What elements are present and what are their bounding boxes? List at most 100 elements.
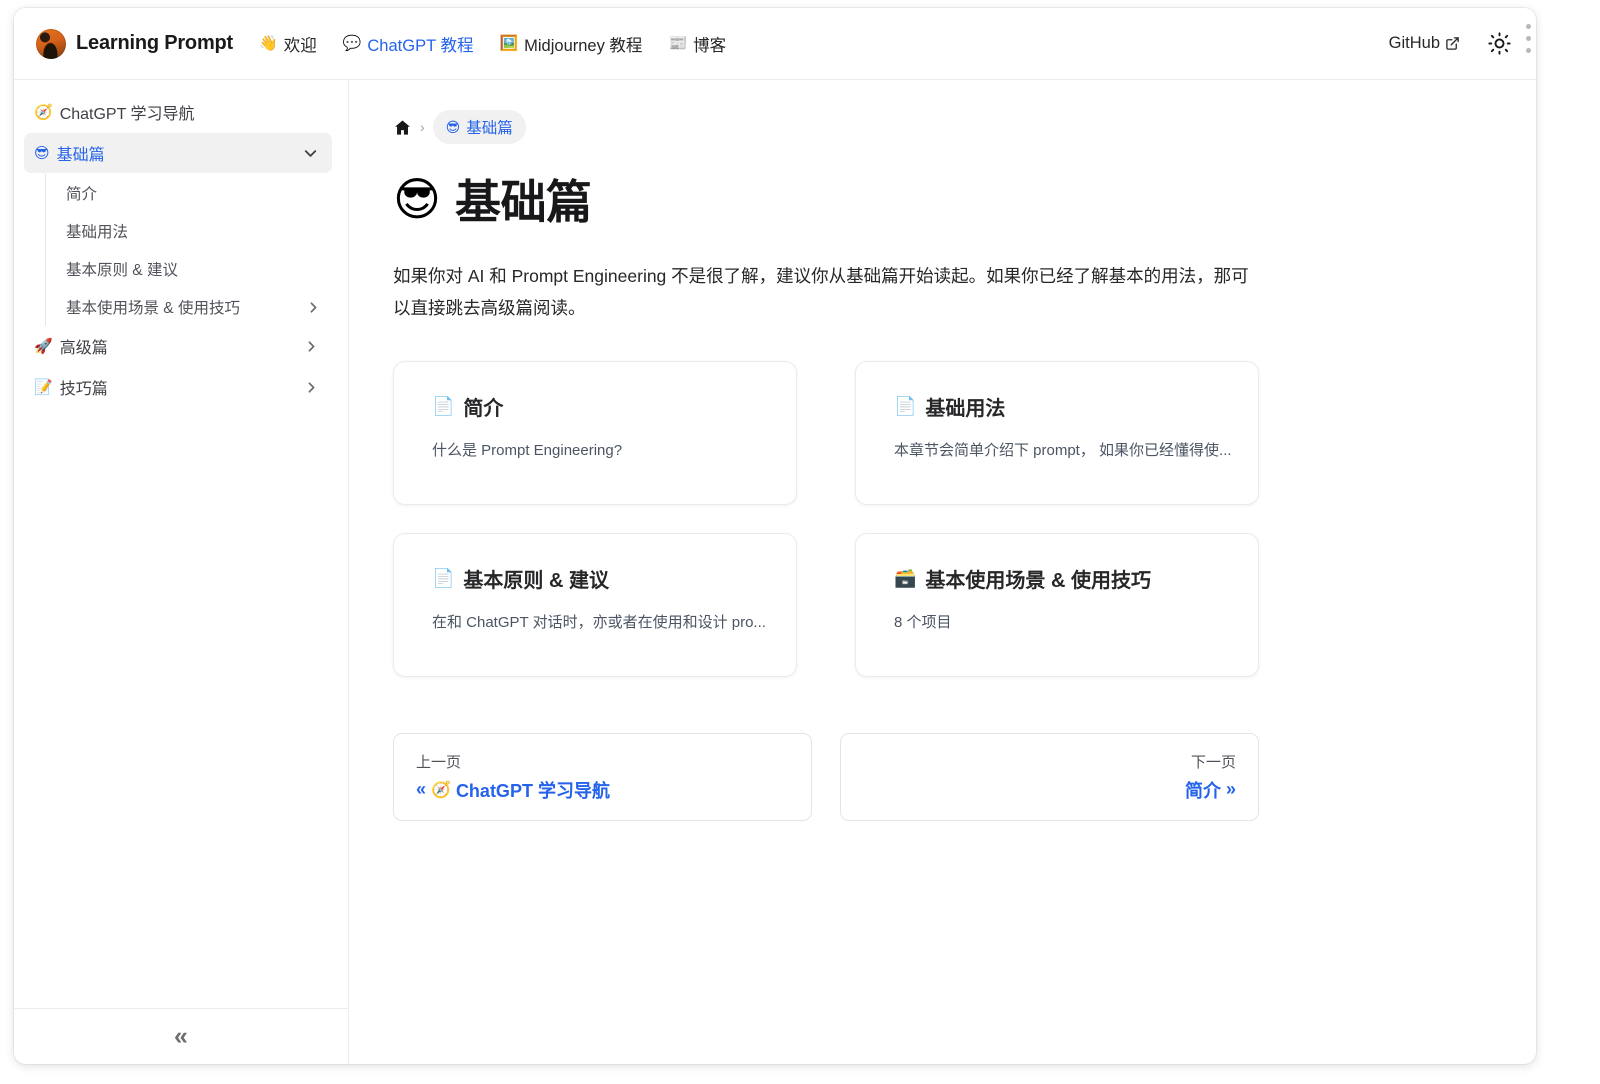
theme-toggle-button[interactable] bbox=[1484, 29, 1514, 59]
breadcrumb-current-label: 基础篇 bbox=[466, 120, 513, 137]
browser-window: Learning Prompt 👋 欢迎 💬 ChatGPT 教程 🖼️ Mid… bbox=[14, 8, 1536, 1064]
chevron-right-icon[interactable] bbox=[303, 338, 320, 355]
card-title-principles: 基本原则 & 建议 bbox=[463, 569, 609, 592]
speech-bubble-icon: 💬 bbox=[342, 35, 362, 52]
compass-icon: 🧭 bbox=[431, 781, 451, 799]
pagination-prev-label: 上一页 bbox=[416, 753, 462, 771]
sunglasses-face-icon: 😎 bbox=[393, 173, 441, 225]
card-desc-basic-usage: 本章节会简单介绍下 prompt， 如果你已经懂得使... bbox=[894, 441, 1232, 459]
sidebar-label-advanced: 高级篇 bbox=[59, 340, 108, 357]
grip-dot bbox=[1526, 36, 1531, 41]
nav-link-welcome[interactable]: 👋 欢迎 bbox=[259, 32, 317, 56]
page-facing-up-icon: 📄 bbox=[894, 396, 917, 417]
grip-dot bbox=[1526, 24, 1531, 29]
avatar-logo-icon bbox=[36, 28, 66, 59]
sidebar-label-learning-nav: ChatGPT 学习导航 bbox=[59, 106, 195, 123]
compass-icon: 🧭 bbox=[34, 103, 53, 121]
card-intro[interactable]: 📄 简介 什么是 Prompt Engineering? bbox=[393, 360, 797, 505]
card-title-basic-usage: 基础用法 bbox=[925, 397, 1006, 420]
card-title-intro: 简介 bbox=[463, 397, 504, 420]
pagination-prev-arrow: « bbox=[416, 779, 427, 800]
intro-paragraph: 如果你对 AI 和 Prompt Engineering 不是很了解，建议你从基… bbox=[393, 266, 1249, 319]
page-facing-up-icon: 📄 bbox=[432, 396, 455, 417]
nav-link-midjourney-tutorial[interactable]: 🖼️ Midjourney 教程 bbox=[499, 32, 642, 56]
sidebar: 🧭 ChatGPT 学习导航 😎 基础篇 简介 基础用法 基本原则 & 建议 基… bbox=[14, 80, 349, 1064]
breadcrumb-separator: › bbox=[420, 119, 425, 135]
breadcrumb-home-link[interactable] bbox=[393, 118, 412, 137]
nav-label-chatgpt-tutorial: ChatGPT 教程 bbox=[367, 36, 474, 55]
page-facing-up-icon: 📄 bbox=[432, 568, 455, 589]
pagination-prev-title-row: « 🧭 ChatGPT 学习导航 bbox=[416, 777, 789, 803]
wave-hand-icon: 👋 bbox=[259, 35, 278, 52]
top-navbar: Learning Prompt 👋 欢迎 💬 ChatGPT 教程 🖼️ Mid… bbox=[14, 8, 1536, 80]
card-desc-principles: 在和 ChatGPT 对话时，亦或者在使用和设计 pro... bbox=[432, 613, 766, 631]
home-icon bbox=[395, 120, 410, 135]
sidebar-label-basic-usage: 基础用法 bbox=[66, 224, 129, 241]
github-label: GitHub bbox=[1388, 34, 1440, 52]
brand-link[interactable]: Learning Prompt bbox=[36, 28, 234, 59]
desktop-background: Learning Prompt 👋 欢迎 💬 ChatGPT 教程 🖼️ Mid… bbox=[0, 0, 1600, 1084]
sidebar-item-tips[interactable]: 📝 技巧篇 bbox=[24, 367, 332, 407]
sidebar-item-advanced[interactable]: 🚀 高级篇 bbox=[24, 326, 332, 366]
card-title-row: 🗃️ 基本使用场景 & 使用技巧 bbox=[894, 564, 1232, 593]
nav-label-midjourney-tutorial: Midjourney 教程 bbox=[524, 36, 643, 55]
sidebar-item-intro[interactable]: 简介 bbox=[61, 174, 332, 212]
sidebar-item-scenarios[interactable]: 基本使用场景 & 使用技巧 bbox=[61, 288, 332, 326]
breadcrumb-current[interactable]: 😎 基础篇 bbox=[432, 110, 526, 144]
navbar-right-group: GitHub bbox=[1389, 29, 1514, 59]
brand-title: Learning Prompt bbox=[76, 32, 234, 54]
pagination-prev-title: ChatGPT 学习导航 bbox=[455, 780, 610, 801]
card-title-row: 📄 基本原则 & 建议 bbox=[432, 564, 770, 593]
main-content: › 😎 基础篇 😎 基础篇 如果你对 AI 和 Prompt Engineeri… bbox=[349, 80, 1536, 1064]
sidebar-nav: 🧭 ChatGPT 学习导航 😎 基础篇 简介 基础用法 基本原则 & 建议 基… bbox=[14, 80, 348, 1008]
page-title-text: 基础篇 bbox=[454, 176, 592, 228]
sun-icon bbox=[1487, 32, 1511, 55]
grip-dot bbox=[1526, 48, 1531, 53]
pagination-prev[interactable]: 上一页 « 🧭 ChatGPT 学习导航 bbox=[393, 732, 812, 821]
chevron-right-icon[interactable] bbox=[303, 379, 320, 396]
nav-link-blog[interactable]: 📰 博客 bbox=[668, 32, 726, 56]
sunglasses-face-icon: 😎 bbox=[34, 144, 50, 162]
sidebar-label-tips: 技巧篇 bbox=[59, 381, 108, 398]
sunglasses-face-icon: 😎 bbox=[445, 118, 461, 135]
sidebar-label-scenarios: 基本使用场景 & 使用技巧 bbox=[66, 300, 240, 317]
card-title-row: 📄 简介 bbox=[432, 392, 770, 421]
chevron-right-icon[interactable] bbox=[305, 299, 322, 316]
card-grid: 📄 简介 什么是 Prompt Engineering? 📄 基础用法 本章节会… bbox=[393, 360, 1496, 677]
page-title: 😎 基础篇 bbox=[393, 166, 1496, 232]
external-link-icon bbox=[1446, 37, 1459, 50]
pagination-next-label: 下一页 bbox=[1190, 753, 1236, 771]
card-basic-usage[interactable]: 📄 基础用法 本章节会简单介绍下 prompt， 如果你已经懂得使... bbox=[855, 360, 1259, 505]
card-principles[interactable]: 📄 基本原则 & 建议 在和 ChatGPT 对话时，亦或者在使用和设计 pro… bbox=[393, 532, 797, 677]
newspaper-icon: 📰 bbox=[668, 35, 688, 52]
pagination-next-arrow: » bbox=[1225, 779, 1236, 800]
sidebar-collapse-button[interactable]: « bbox=[14, 1008, 348, 1064]
breadcrumb: › 😎 基础篇 bbox=[393, 110, 1496, 144]
sidebar-label-intro: 简介 bbox=[66, 186, 98, 203]
window-resize-grip[interactable] bbox=[1526, 24, 1531, 53]
github-link[interactable]: GitHub bbox=[1389, 34, 1460, 53]
sidebar-label-principles: 基本原则 & 建议 bbox=[66, 262, 178, 279]
card-desc-intro: 什么是 Prompt Engineering? bbox=[432, 441, 623, 459]
rocket-icon: 🚀 bbox=[34, 337, 53, 355]
nav-label-welcome: 欢迎 bbox=[283, 36, 317, 55]
sidebar-subitems: 简介 基础用法 基本原则 & 建议 基本使用场景 & 使用技巧 bbox=[45, 174, 332, 326]
pagination-next-title: 简介 bbox=[1184, 780, 1221, 801]
chevron-down-icon[interactable] bbox=[301, 144, 320, 163]
picture-frame-icon: 🖼️ bbox=[499, 35, 519, 52]
sidebar-item-basics[interactable]: 😎 基础篇 bbox=[24, 133, 332, 173]
chevron-double-left-icon: « bbox=[174, 1022, 188, 1050]
card-title-scenarios: 基本使用场景 & 使用技巧 bbox=[925, 569, 1151, 592]
card-file-box-icon: 🗃️ bbox=[894, 568, 917, 589]
memo-icon: 📝 bbox=[34, 378, 53, 396]
card-scenarios[interactable]: 🗃️ 基本使用场景 & 使用技巧 8 个项目 bbox=[855, 532, 1259, 677]
content-area: 🧭 ChatGPT 学习导航 😎 基础篇 简介 基础用法 基本原则 & 建议 基… bbox=[14, 80, 1536, 1064]
primary-nav: 👋 欢迎 💬 ChatGPT 教程 🖼️ Midjourney 教程 📰 博客 bbox=[259, 32, 726, 56]
sidebar-item-basic-usage[interactable]: 基础用法 bbox=[61, 212, 332, 250]
sidebar-label-basics: 基础篇 bbox=[56, 147, 105, 164]
nav-link-chatgpt-tutorial[interactable]: 💬 ChatGPT 教程 bbox=[343, 32, 474, 56]
sidebar-item-principles[interactable]: 基本原则 & 建议 bbox=[61, 250, 332, 288]
sidebar-item-learning-nav[interactable]: 🧭 ChatGPT 学习导航 bbox=[24, 92, 332, 132]
card-desc-scenarios: 8 个项目 bbox=[894, 613, 952, 631]
pagination-next[interactable]: 下一页 简介 » bbox=[840, 732, 1259, 821]
